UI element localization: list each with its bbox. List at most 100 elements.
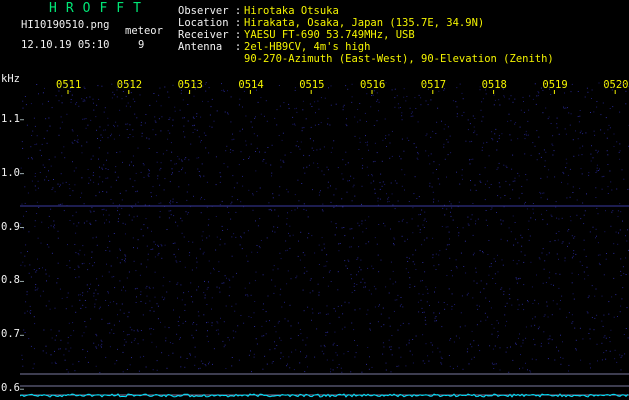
noise-pixel	[85, 326, 87, 328]
noise-pixel	[202, 231, 204, 233]
noise-pixel	[588, 174, 590, 176]
noise-pixel	[320, 122, 322, 124]
noise-pixel	[506, 166, 508, 168]
noise-pixel	[473, 356, 475, 358]
noise-pixel	[368, 149, 369, 151]
noise-pixel	[342, 109, 344, 111]
noise-pixel	[71, 94, 73, 96]
noise-pixel	[401, 112, 403, 114]
noise-pixel	[521, 186, 523, 187]
noise-pixel	[429, 182, 431, 184]
noise-pixel	[250, 317, 252, 318]
noise-pixel	[159, 169, 161, 171]
noise-pixel	[473, 340, 475, 342]
noise-pixel	[316, 149, 318, 151]
noise-pixel	[482, 252, 484, 254]
noise-pixel	[168, 327, 170, 329]
noise-pixel	[322, 277, 324, 279]
noise-pixel	[247, 230, 249, 232]
noise-pixel	[61, 152, 63, 154]
noise-pixel	[159, 216, 161, 218]
noise-pixel	[23, 329, 25, 331]
noise-pixel	[198, 157, 200, 159]
noise-pixel	[488, 240, 490, 241]
noise-pixel	[184, 136, 186, 138]
noise-pixel	[26, 310, 28, 312]
noise-pixel	[556, 127, 558, 129]
noise-pixel	[534, 344, 536, 346]
noise-pixel	[276, 124, 278, 126]
noise-pixel	[321, 209, 323, 211]
noise-pixel	[156, 100, 158, 102]
noise-pixel	[415, 335, 417, 337]
noise-pixel	[467, 119, 469, 121]
noise-pixel	[157, 178, 159, 180]
noise-pixel	[376, 152, 378, 154]
noise-pixel	[198, 171, 200, 172]
noise-pixel	[173, 309, 174, 311]
noise-pixel	[93, 295, 95, 297]
noise-pixel	[303, 272, 305, 274]
noise-pixel	[351, 228, 353, 230]
noise-pixel	[178, 248, 179, 250]
noise-pixel	[620, 85, 622, 86]
noise-pixel	[540, 342, 542, 344]
noise-pixel	[412, 362, 414, 364]
noise-pixel	[158, 118, 160, 120]
noise-pixel	[472, 158, 474, 160]
noise-pixel	[468, 363, 470, 365]
noise-pixel	[384, 118, 386, 120]
noise-pixel	[130, 92, 132, 94]
noise-pixel	[503, 293, 505, 295]
noise-pixel	[287, 191, 289, 193]
noise-pixel	[386, 193, 387, 195]
noise-pixel	[365, 243, 367, 245]
noise-pixel	[389, 325, 391, 327]
noise-pixel	[167, 138, 169, 140]
noise-pixel	[433, 312, 435, 314]
noise-pixel	[471, 346, 473, 348]
noise-pixel	[406, 256, 408, 258]
noise-pixel	[497, 331, 499, 333]
noise-pixel	[620, 275, 622, 276]
noise-pixel	[105, 168, 107, 170]
noise-pixel	[274, 231, 276, 233]
noise-pixel	[493, 327, 495, 329]
noise-pixel	[99, 176, 101, 178]
noise-pixel	[125, 290, 127, 292]
noise-pixel	[153, 328, 155, 330]
noise-pixel	[625, 257, 627, 259]
noise-pixel	[121, 207, 123, 209]
noise-pixel	[571, 257, 573, 259]
noise-pixel	[345, 123, 347, 125]
noise-pixel	[173, 253, 175, 255]
noise-pixel	[408, 201, 410, 202]
noise-pixel	[496, 168, 498, 170]
noise-pixel	[57, 183, 59, 185]
noise-pixel	[198, 368, 199, 370]
noise-pixel	[191, 334, 193, 336]
noise-pixel	[356, 284, 358, 285]
noise-pixel	[501, 133, 503, 135]
noise-pixel	[300, 231, 302, 233]
noise-pixel	[371, 95, 372, 96]
noise-pixel	[599, 254, 601, 256]
noise-pixel	[377, 200, 379, 202]
noise-pixel	[139, 356, 141, 358]
noise-pixel	[210, 106, 212, 108]
noise-pixel	[67, 244, 68, 246]
filename: HI10190510.png	[21, 19, 110, 31]
noise-pixel	[361, 223, 363, 225]
noise-pixel	[135, 302, 137, 303]
noise-pixel	[443, 89, 445, 91]
noise-pixel	[589, 363, 591, 365]
noise-pixel	[598, 170, 600, 171]
noise-pixel	[103, 208, 105, 210]
noise-pixel	[33, 269, 35, 270]
noise-pixel	[602, 325, 604, 327]
noise-pixel	[82, 292, 84, 294]
noise-pixel	[397, 200, 399, 202]
noise-pixel	[231, 139, 233, 141]
noise-pixel	[43, 329, 45, 331]
noise-pixel	[117, 210, 118, 212]
